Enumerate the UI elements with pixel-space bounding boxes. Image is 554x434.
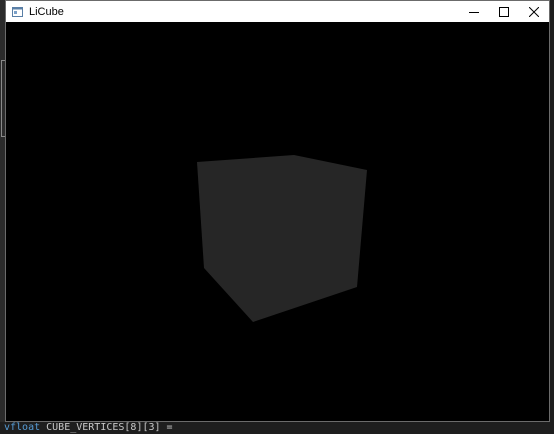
editor-code-line: vfloat CUBE_VERTICES[8][3] = <box>0 422 554 434</box>
code-text: CUBE_VERTICES[8][3] = <box>40 422 173 433</box>
close-button[interactable] <box>519 1 549 22</box>
code-keyword: vfloat <box>4 422 41 433</box>
render-viewport[interactable] <box>6 22 549 421</box>
title-bar[interactable]: LiCube <box>6 1 549 22</box>
window-title: LiCube <box>29 5 64 18</box>
licube-window: LiCube <box>5 0 550 422</box>
maximize-icon <box>499 6 509 17</box>
cube-shape <box>197 155 367 322</box>
minimize-icon <box>469 11 479 13</box>
cube-scene <box>197 155 367 322</box>
minimize-button[interactable] <box>459 1 489 22</box>
app-window-icon <box>12 6 23 17</box>
maximize-button[interactable] <box>489 1 519 22</box>
close-icon <box>529 6 539 17</box>
